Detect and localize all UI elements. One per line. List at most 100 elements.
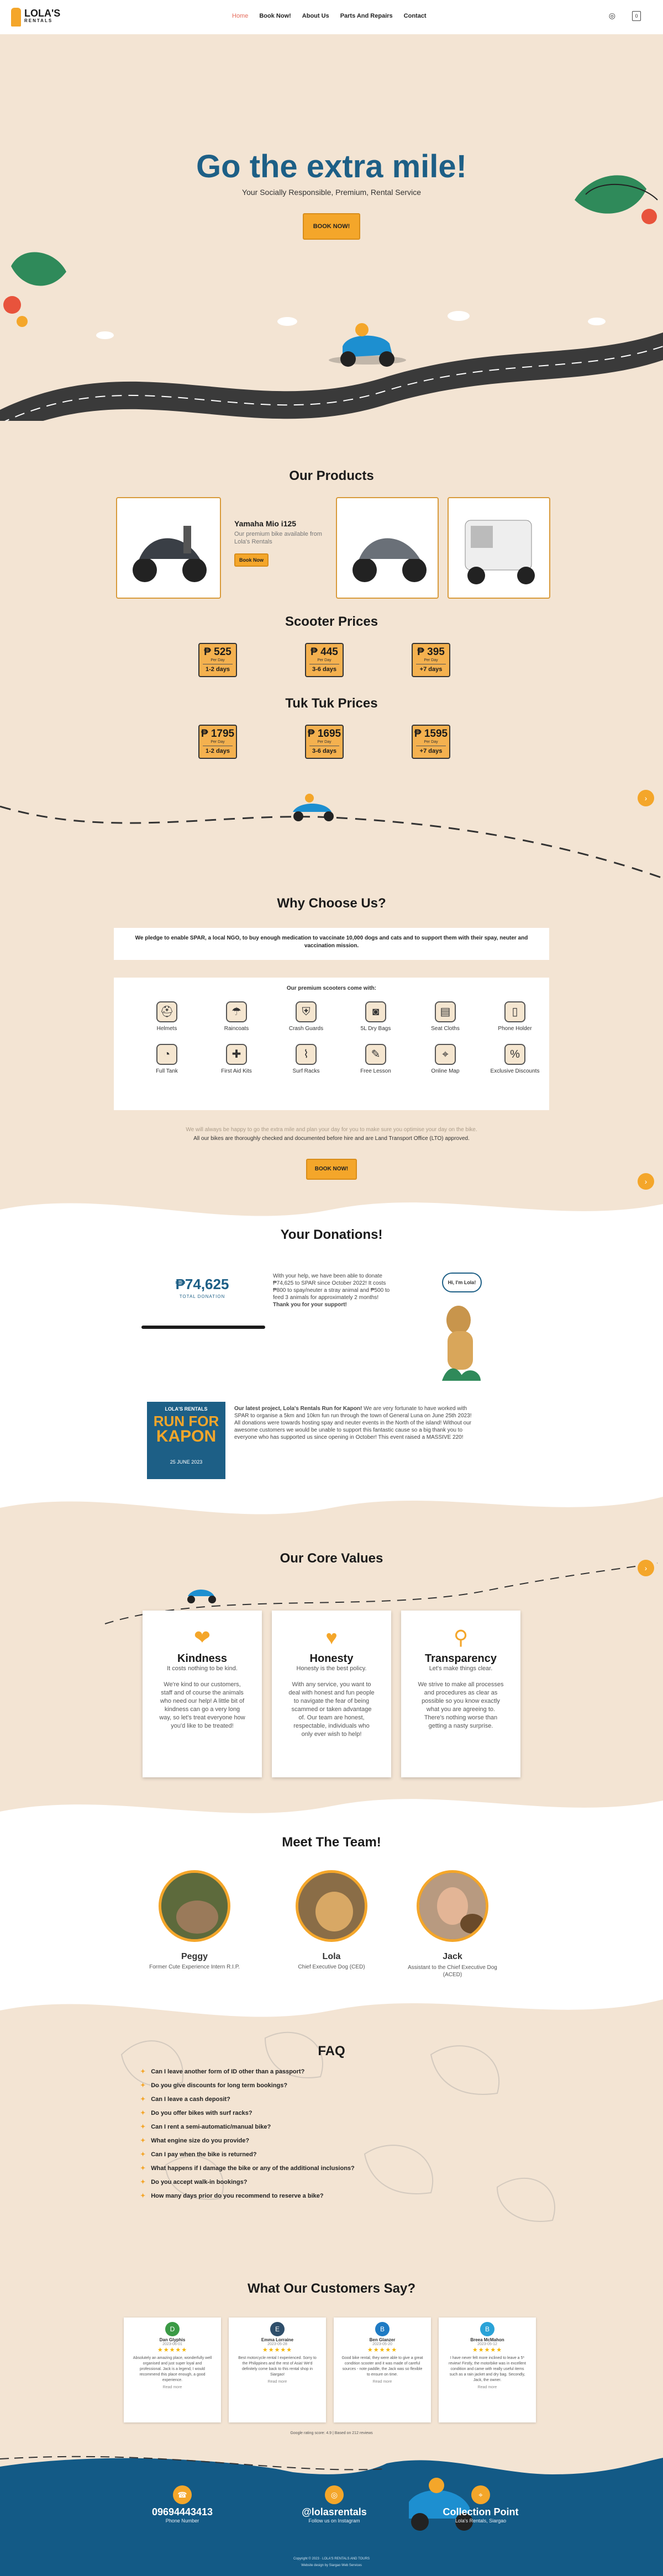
review-card: B Ben Glanzer 2023-05-20 ★★★★★ Good bike ren… <box>334 2318 431 2422</box>
feature-item: % Exclusive Discounts <box>482 1044 548 1074</box>
tuktuk-photo <box>465 520 535 584</box>
value-body: We strive to make all processes and proc… <box>418 1681 504 1729</box>
price-days: 3-6 days <box>312 748 337 754</box>
value-name: Kindness <box>177 1653 228 1665</box>
reviewer-avatar: B <box>375 2322 390 2336</box>
products-title: Our Products <box>289 468 374 483</box>
phone-icon: ▯ <box>504 1001 525 1022</box>
nav-book-now[interactable]: Book Now! <box>259 13 291 19</box>
value-card-transparency: ⚲ Transparency Let's make things clear. … <box>401 1611 520 1777</box>
why-note-1: We will always be happy to go the extra … <box>186 1127 477 1133</box>
nav-home[interactable]: Home <box>232 13 248 19</box>
main-nav: Home Book Now! About Us Parts And Repair… <box>232 13 427 19</box>
review-date: 2023-05-12 <box>477 2342 497 2346</box>
faq-question[interactable]: Do you offer bikes with surf racks? <box>140 2109 527 2116</box>
small-scooter-illustration <box>293 794 334 821</box>
product-image-card[interactable] <box>448 497 550 599</box>
instagram-icon[interactable]: ◎ <box>609 11 615 21</box>
scroll-orb-1[interactable]: › <box>638 790 654 806</box>
team-title: Meet The Team! <box>282 1835 381 1850</box>
product-name: Yamaha Mio i125 <box>234 519 297 528</box>
faq-title: FAQ <box>318 2044 345 2058</box>
feature-label: Exclusive Discounts <box>490 1068 540 1074</box>
discount-icon: % <box>504 1044 525 1065</box>
site-logo[interactable]: LOLA'S RENTALS <box>11 6 72 29</box>
scooter-photo-1 <box>133 526 207 582</box>
price-amount: ₱ 1795 <box>201 728 235 740</box>
faq-question[interactable]: What happens if I damage the bike or any… <box>140 2165 527 2172</box>
review-read-more-link[interactable]: Read more <box>124 2385 221 2389</box>
feature-item: ⛨ Crash Guards <box>273 1001 339 1032</box>
feature-item: ◙ 5L Dry Bags <box>343 1001 409 1032</box>
donation-thanks: Thank you for your support! <box>273 1302 347 1308</box>
reviewer-avatar: B <box>480 2322 494 2336</box>
review-text: Good bike rental, they were able to give… <box>341 2356 423 2377</box>
run-for-kapon-poster[interactable]: LOLA'S RENTALS RUN FOR KAPON 25 JUNE 202… <box>147 1402 225 1479</box>
price-days: +7 days <box>419 748 443 754</box>
lesson-icon: ✎ <box>365 1044 386 1065</box>
logo-mark <box>11 8 21 27</box>
nav-contact[interactable]: Contact <box>404 13 427 19</box>
scroll-orb-3[interactable]: › <box>638 1560 654 1576</box>
faq-question[interactable]: Can I leave another form of ID other tha… <box>140 2068 527 2075</box>
cart-icon[interactable]: 0 <box>632 11 641 21</box>
magnifier-icon: ⚲ <box>453 1626 469 1649</box>
footer-copyright: Copyright © 2023 · LOLA'S RENTALS AND TO… <box>293 2557 370 2561</box>
price-days: 1-2 days <box>205 748 230 754</box>
faq-question[interactable]: What engine size do you provide? <box>140 2137 527 2144</box>
value-body: We're kind to our customers, staff and o… <box>159 1681 245 1729</box>
footer-phone[interactable]: ☎ 09694443413 Phone Number <box>144 2485 221 2524</box>
nav-parts-repairs[interactable]: Parts And Repairs <box>340 13 393 19</box>
price-amount: ₱ 395 <box>417 646 445 658</box>
price-amount: ₱ 445 <box>311 646 338 658</box>
features-grid: ⛑ Helmets ☂ Raincoats ⛨ Crash Guards ◙ 5L Dry B… <box>134 1001 549 1074</box>
seat-icon: ▤ <box>435 1001 456 1022</box>
scooter-photo-2 <box>352 538 427 582</box>
review-stars: ★★★★★ <box>262 2347 293 2353</box>
footer-collection[interactable]: ⌖ Collection Point Lola's Rentals, Siarg… <box>436 2485 525 2524</box>
footer-instagram[interactable]: ◎ @lolasrentals Follow us on Instagram <box>293 2485 376 2524</box>
review-read-more-link[interactable]: Read more <box>229 2380 326 2384</box>
review-text: Best motorcycle rental I experienced. So… <box>238 2356 317 2377</box>
faq-question[interactable]: Can I pay when the bike is returned? <box>140 2151 527 2158</box>
product-info: Yamaha Mio i125 Our premium bike availab… <box>234 519 328 567</box>
review-card: B Breea McMahon 2023-05-12 ★★★★★ I have neve… <box>439 2318 536 2422</box>
review-read-more-link[interactable]: Read more <box>439 2385 536 2389</box>
product-image-card[interactable] <box>336 497 439 599</box>
gauge-icon: ◔ <box>156 1044 177 1065</box>
feature-label: Full Tank <box>156 1068 178 1074</box>
why-book-now-button[interactable]: BOOK NOW! <box>306 1159 357 1180</box>
product-book-now-button[interactable]: Book Now <box>234 553 269 567</box>
poster-date: 25 JUNE 2023 <box>170 1459 203 1465</box>
instagram-icon: ◎ <box>325 2485 344 2504</box>
avatar <box>159 1870 230 1942</box>
first-aid-icon: ✚ <box>226 1044 247 1065</box>
hero-book-now-button[interactable]: BOOK NOW! <box>303 213 360 240</box>
faq-question[interactable]: Do you give discounts for long term book… <box>140 2082 527 2089</box>
faq-question[interactable]: How many days prior do you recommend to … <box>140 2192 527 2199</box>
price-per: Per Day <box>317 740 332 744</box>
feature-label: Helmets <box>156 1026 177 1032</box>
nav-about-us[interactable]: About Us <box>302 13 329 19</box>
review-read-more-link[interactable]: Read more <box>334 2380 431 2384</box>
reviewer-name: Emma Lorraine <box>261 2337 294 2342</box>
helmet-icon: ⛑ <box>156 1001 177 1022</box>
dashed-route-decoration <box>0 794 663 879</box>
faq-question[interactable]: Do you accept walk-in bookings? <box>140 2178 527 2186</box>
faq-question[interactable]: Can I leave a cash deposit? <box>140 2095 527 2103</box>
feature-label: Raincoats <box>224 1026 249 1032</box>
feature-label: Free Lesson <box>360 1068 391 1074</box>
reviewer-avatar: D <box>165 2322 180 2336</box>
faq-list: Can I leave another form of ID other tha… <box>140 2068 527 2199</box>
reviewer-name: Breea McMahon <box>470 2337 504 2342</box>
review-card: D Dan Glyphis 2023-06-01 ★★★★★ Absolutely an… <box>124 2318 221 2422</box>
surf-icon: ⌇ <box>296 1044 317 1065</box>
price-per: Per Day <box>211 740 225 744</box>
product-image-card[interactable] <box>116 497 221 599</box>
team-member-name: Lola <box>322 1952 341 1961</box>
footer-phone-number: 09694443413 <box>151 2506 213 2517</box>
faq-question[interactable]: Can I rent a semi-automatic/manual bike? <box>140 2123 527 2130</box>
price-amount: ₱ 1695 <box>307 728 341 740</box>
donation-total: ₱74,625 TOTAL DONATION <box>141 1276 263 1299</box>
price-days: +7 days <box>419 666 443 673</box>
